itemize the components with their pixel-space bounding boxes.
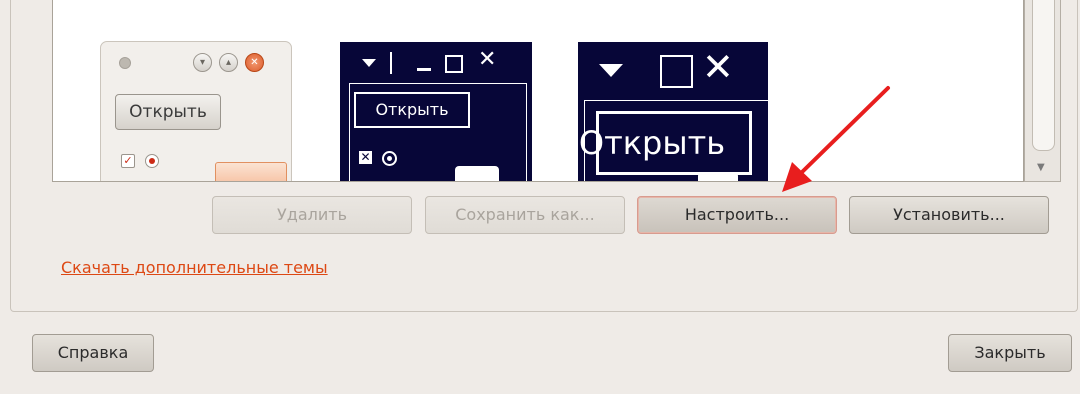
close-icon: ✕ [702,45,734,89]
close-button[interactable]: Закрыть [948,334,1072,372]
theme-preview-human[interactable]: ▾ ▴ ✕ Открыть ✓ [100,41,292,181]
folder-icon [215,162,287,181]
minimize-icon: ▾ [193,53,212,72]
close-icon: ✕ [478,47,497,72]
preview-open-button: Открыть [579,111,752,175]
menu-triangle-icon [599,64,623,77]
minimize-icon [417,68,431,71]
menu-triangle-icon [362,59,376,67]
maximize-icon [445,55,463,73]
checkbox-icon: ✓ [121,154,135,168]
shade-icon [390,52,392,74]
theme-preview-high-contrast-inverse[interactable]: ✕ Открыть ✕ [340,42,532,181]
delete-button[interactable]: Удалить [212,196,412,234]
annotation-arrow-icon [782,86,890,192]
scrollbar-thumb[interactable] [1032,0,1055,151]
preview-open-label: Открыть [578,124,726,162]
checkbox-icon: ✕ [359,150,372,164]
install-button[interactable]: Установить... [849,196,1049,234]
radio-icon [382,151,397,166]
preview-open-button: Открыть [354,92,470,128]
maximize-icon [660,55,693,88]
save-as-button[interactable]: Сохранить как... [425,196,625,234]
scroll-down-arrow-icon[interactable]: ▼ [1037,162,1045,173]
maximize-icon: ▴ [219,53,238,72]
window-titlebar: ▾ ▴ ✕ [101,42,291,80]
close-icon: ✕ [245,53,264,72]
preview-open-button: Открыть [115,94,221,130]
folder-icon [455,166,499,181]
folder-icon [698,172,738,181]
radio-icon [145,154,159,168]
customize-button[interactable]: Настроить... [637,196,837,234]
theme-preview-large-print-inverse[interactable]: ✕ Открыть [578,42,768,181]
download-more-themes-link[interactable]: Скачать дополнительные темы [61,258,328,277]
help-button[interactable]: Справка [32,334,154,372]
window-menu-icon [119,57,131,69]
theme-list-scrollbar[interactable]: ▼ [1024,0,1061,182]
